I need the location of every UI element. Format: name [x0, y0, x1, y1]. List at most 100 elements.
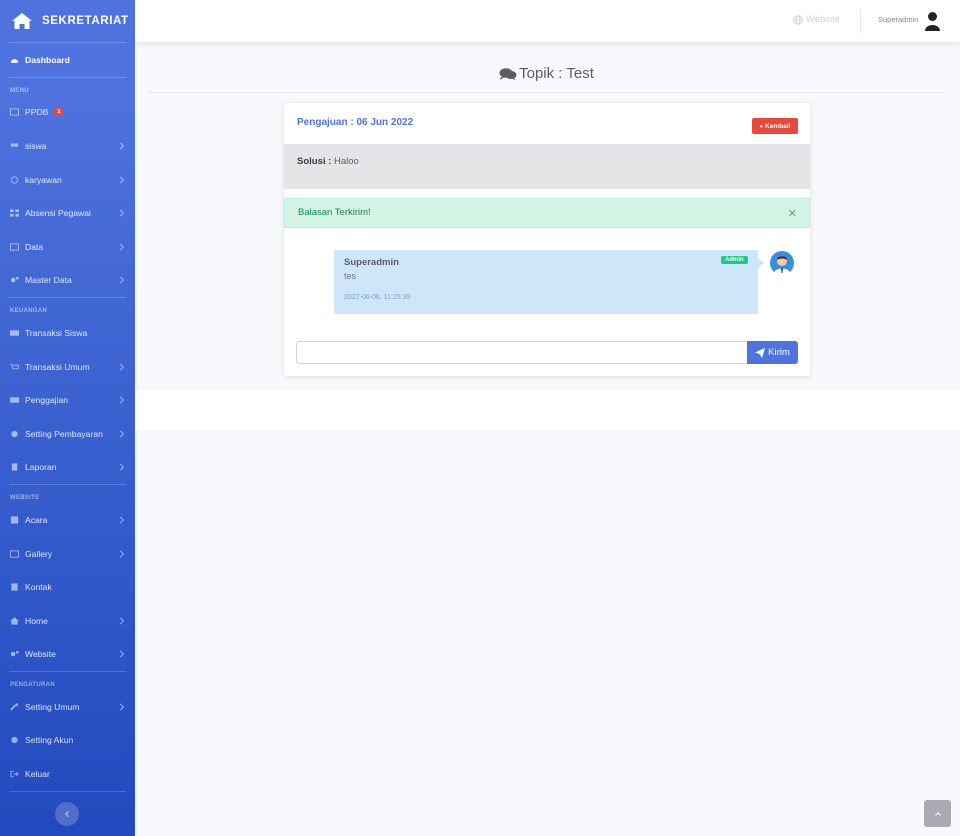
website-link-label: Website — [806, 14, 841, 25]
chevron-right-icon — [116, 650, 125, 658]
money-icon — [10, 397, 19, 403]
scroll-to-top-button[interactable] — [924, 800, 951, 827]
user-circle-icon — [10, 175, 19, 184]
sidebar-item-label: Setting Umum — [25, 701, 80, 712]
chevron-right-icon — [116, 617, 125, 625]
chevron-left-icon — [65, 811, 71, 817]
home-icon — [12, 13, 32, 29]
money-icon — [10, 330, 19, 336]
gear-icon — [11, 737, 18, 744]
chevron-right-icon — [116, 363, 125, 371]
sidebar-item-label: PPDB — [25, 107, 49, 118]
brand[interactable]: SEKRETARIAT — [0, 0, 135, 42]
cart-icon — [10, 363, 19, 369]
sidebar-item-laporan[interactable]: Laporan — [0, 451, 135, 485]
sidebar-item-master-data[interactable]: Master Data — [0, 264, 135, 298]
submission-date: Pengajuan : 06 Jun 2022 — [297, 117, 414, 128]
sidebar-item-penggajian[interactable]: Penggajian — [0, 383, 135, 417]
sidebar-item-siswa[interactable]: siswa — [0, 129, 135, 163]
chevron-right-icon — [116, 463, 125, 471]
back-button-label: Kembali — [765, 122, 791, 130]
sidebar-item-label: Website — [25, 649, 56, 660]
dashboard-icon — [10, 58, 19, 63]
address-book-icon — [11, 583, 18, 591]
back-button[interactable]: « Kembali — [752, 118, 798, 134]
sidebar-item-label: Absensi Pegawai — [25, 208, 91, 219]
sidebar-item-absensi[interactable]: Absensi Pegawai — [0, 196, 135, 230]
chevron-right-icon — [116, 396, 125, 404]
sidebar-item-transaksi-umum[interactable]: Transaksi Umum — [0, 350, 135, 384]
chat-message: Superadmin Admin tes 2022-06-06, 11:25:3… — [334, 250, 764, 314]
reply-input[interactable] — [296, 341, 748, 364]
sign-out-icon — [10, 770, 19, 778]
paper-plane-icon — [755, 347, 766, 358]
globe-icon — [793, 14, 803, 25]
sidebar-item-label: Kontak — [25, 582, 52, 593]
sidebar-item-label: Gallery — [25, 548, 53, 559]
image-icon — [10, 549, 19, 558]
sidebar-item-label: karyawan — [25, 174, 62, 185]
sidebar-item-label: Acara — [25, 514, 48, 525]
sidebar-heading-pengaturan: PENGATURAN — [10, 682, 55, 689]
sidebar-item-karyawan[interactable]: karyawan — [0, 163, 135, 197]
chevron-right-icon — [116, 209, 125, 217]
topbar-divider — [860, 9, 861, 33]
sidebar-item-label: Penggajian — [25, 395, 69, 406]
grid-icon — [10, 209, 19, 217]
sidebar-heading-keuangan: KEUANGAN — [10, 308, 48, 315]
chevron-right-icon — [116, 703, 125, 711]
sidebar-item-label: Dashboard — [25, 54, 70, 65]
gear-icon — [11, 430, 18, 437]
sidebar-item-label: Data — [25, 241, 44, 252]
cogs-icon — [10, 651, 19, 657]
sidebar-item-label: Laporan — [25, 462, 57, 473]
id-card-icon — [10, 108, 19, 116]
solution-label: Solusi : — [297, 156, 332, 167]
sidebar-item-setting-pembayaran[interactable]: Setting Pembayaran — [0, 417, 135, 451]
wrench-icon — [10, 703, 19, 711]
avatar — [770, 251, 794, 275]
sidebar-item-kontak[interactable]: Kontak — [0, 570, 135, 604]
sidebar-item-gallery[interactable]: Gallery — [0, 537, 135, 571]
sidebar-item-label: Setting Pembayaran — [25, 428, 103, 439]
sidebar-heading-menu: MENU — [10, 87, 29, 94]
user-name[interactable]: Superadmin — [878, 15, 918, 24]
sidebar-item-label: siswa — [25, 140, 47, 151]
content-footer-strip — [135, 390, 960, 430]
table-icon — [10, 243, 19, 251]
chevron-right-icon — [116, 176, 125, 184]
close-icon[interactable]: ✕ — [788, 207, 797, 220]
website-link[interactable]: Website — [793, 14, 840, 25]
sidebar-item-home[interactable]: Home — [0, 604, 135, 638]
alert-text: Balasan Terkirim! — [298, 207, 371, 218]
file-icon — [11, 463, 18, 471]
sidebar-item-dashboard[interactable]: Dashboard — [0, 43, 135, 77]
message-author: Superadmin — [344, 257, 399, 268]
success-alert: Balasan Terkirim! ✕ — [284, 198, 810, 228]
chevron-right-icon — [116, 430, 125, 438]
user-icon[interactable] — [925, 11, 940, 31]
sidebar: SEKRETARIAT Dashboard MENU PPDB 1 siswa … — [0, 0, 135, 836]
sidebar-item-data[interactable]: Data — [0, 230, 135, 264]
sidebar-item-keluar[interactable]: Keluar — [0, 757, 135, 791]
sidebar-item-label: Master Data — [25, 275, 72, 286]
card-header: Pengajuan : 06 Jun 2022 « Kembali — [284, 103, 810, 145]
send-button[interactable]: Kirim — [747, 341, 798, 364]
sidebar-item-transaksi-siswa[interactable]: Transaksi Siswa — [0, 316, 135, 350]
sidebar-item-acara[interactable]: Acara — [0, 503, 135, 537]
sidebar-heading-website: WEBSITE — [10, 495, 40, 502]
chevron-right-icon — [116, 516, 125, 524]
sidebar-item-setting-umum[interactable]: Setting Umum — [0, 690, 135, 724]
ppdb-count-badge: 1 — [54, 108, 64, 117]
sidebar-item-website[interactable]: Website — [0, 638, 135, 672]
chevron-right-icon — [116, 276, 125, 284]
topic-card: Pengajuan : 06 Jun 2022 « Kembali Solusi… — [284, 103, 810, 376]
users-icon — [10, 143, 19, 147]
message-text: tes — [344, 271, 357, 281]
sidebar-item-setting-akun[interactable]: Setting Akun — [0, 724, 135, 758]
brand-title: SEKRETARIAT — [42, 15, 129, 27]
cogs-icon — [10, 277, 19, 283]
page-title-text: Topik : Test — [519, 65, 594, 82]
sidebar-toggle-button[interactable] — [55, 802, 79, 826]
sidebar-item-ppdb[interactable]: PPDB 1 — [0, 96, 135, 130]
